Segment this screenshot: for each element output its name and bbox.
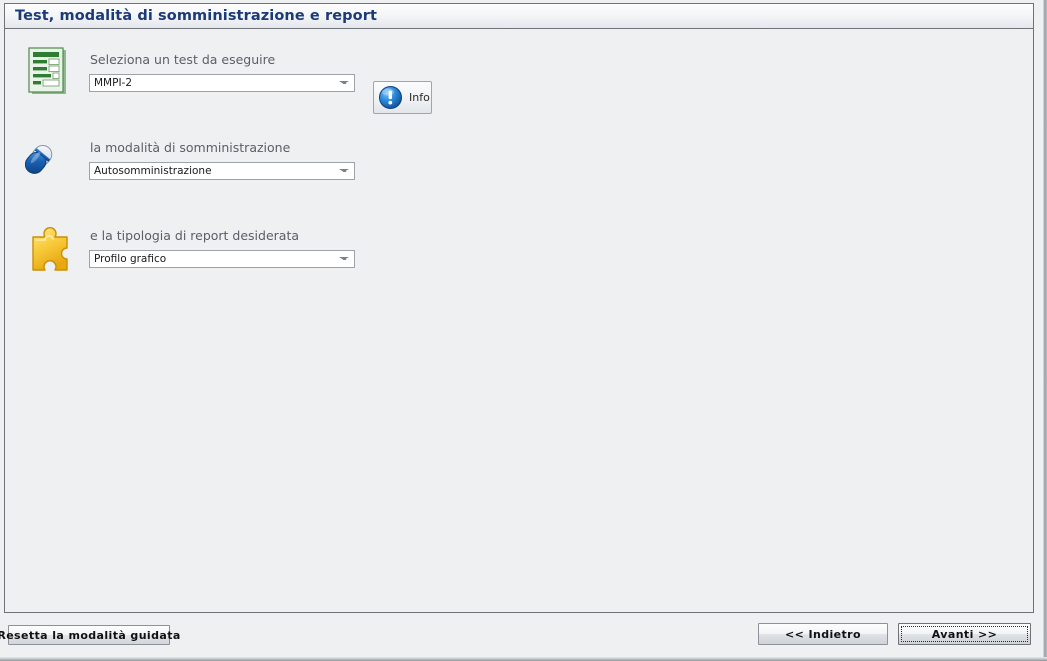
- panel-titlebar: Test, modalità di somministrazione e rep…: [5, 4, 1033, 29]
- form-row-mode: la modalità di somministrazione Autosomm…: [5, 135, 1033, 207]
- reset-wizard-button-label: Resetta la modalità guidata: [0, 628, 181, 642]
- pill-capsule-icon: [25, 135, 77, 191]
- form-row-test: Seleziona un test da eseguire MMPI-2 Inf…: [5, 47, 1033, 119]
- next-button-label: Avanti >>: [931, 627, 998, 641]
- back-button-label: << Indietro: [785, 627, 861, 641]
- chevron-down-icon[interactable]: [336, 75, 354, 91]
- footer-button-bar: Resetta la modalità guidata << Indietro …: [0, 616, 1047, 657]
- info-circle-icon: [378, 85, 403, 110]
- form-row-report: e la tipologia di report desiderata Prof…: [5, 223, 1033, 295]
- window-bottom-edge: [0, 657, 1047, 661]
- report-select-label: e la tipologia di report desiderata: [90, 228, 300, 243]
- panel-body: Seleziona un test da eseguire MMPI-2 Inf…: [5, 29, 1033, 612]
- info-button-label: Info: [409, 91, 430, 104]
- test-selection-panel: Test, modalità di somministrazione e rep…: [4, 3, 1034, 613]
- back-button[interactable]: << Indietro: [758, 623, 888, 645]
- puzzle-piece-icon: [25, 223, 77, 279]
- report-select-combobox[interactable]: Profilo grafico: [89, 250, 355, 268]
- test-select-value: MMPI-2: [94, 77, 133, 89]
- test-select-label: Seleziona un test da eseguire: [90, 52, 276, 67]
- mode-select-label: la modalità di somministrazione: [90, 140, 291, 155]
- next-button[interactable]: Avanti >>: [898, 623, 1031, 645]
- report-select-value: Profilo grafico: [94, 253, 167, 265]
- test-select-combobox[interactable]: MMPI-2: [89, 74, 355, 92]
- mode-select-combobox[interactable]: Autosomministrazione: [89, 162, 355, 180]
- info-button[interactable]: Info: [373, 81, 432, 114]
- page-title: Test, modalità di somministrazione e rep…: [15, 8, 377, 24]
- mode-select-value: Autosomministrazione: [94, 165, 212, 177]
- application-window: Test, modalità di somministrazione e rep…: [0, 0, 1047, 661]
- chevron-down-icon[interactable]: [336, 251, 354, 267]
- reset-wizard-button[interactable]: Resetta la modalità guidata: [0, 625, 180, 645]
- chevron-down-icon[interactable]: [336, 163, 354, 179]
- window-right-edge: [1041, 0, 1047, 661]
- test-document-icon: [25, 47, 77, 103]
